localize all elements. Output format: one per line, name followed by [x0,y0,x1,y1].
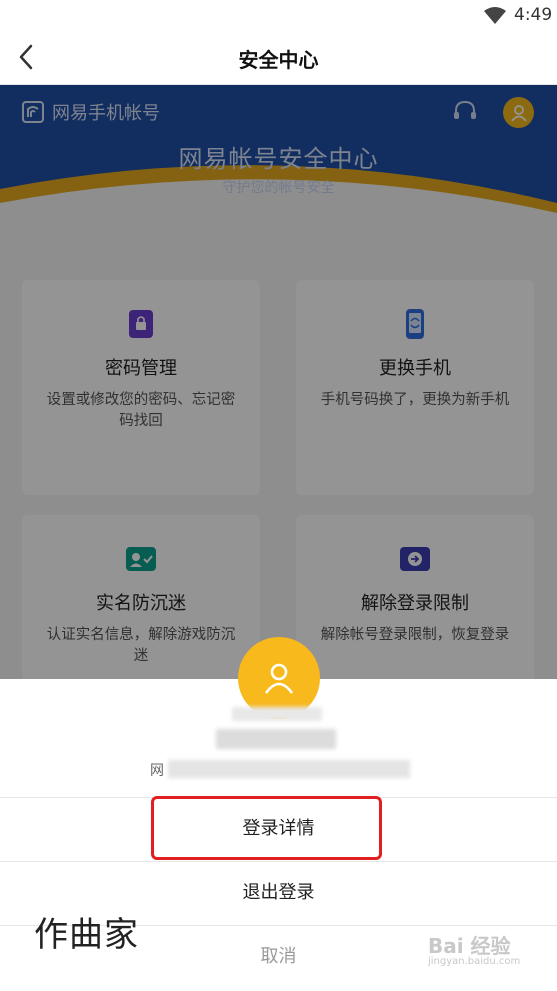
author-watermark: 作曲家 [34,915,139,955]
account-label: 网 [150,763,164,779]
blurred-username [216,729,336,749]
app-header: 安全中心 [0,30,557,85]
wifi-icon [484,7,506,24]
annotation-highlight-box [151,796,382,860]
status-bar: 4:49 [0,0,557,30]
blurred-nickname [232,707,322,721]
blurred-account [168,760,410,778]
page-title: 安全中心 [238,48,319,72]
baidu-watermark: Bai 经验 [428,934,511,958]
baidu-watermark-url: jingyan.baidu.com [428,956,521,967]
status-time: 4:49 [514,5,553,25]
user-icon [264,663,294,694]
